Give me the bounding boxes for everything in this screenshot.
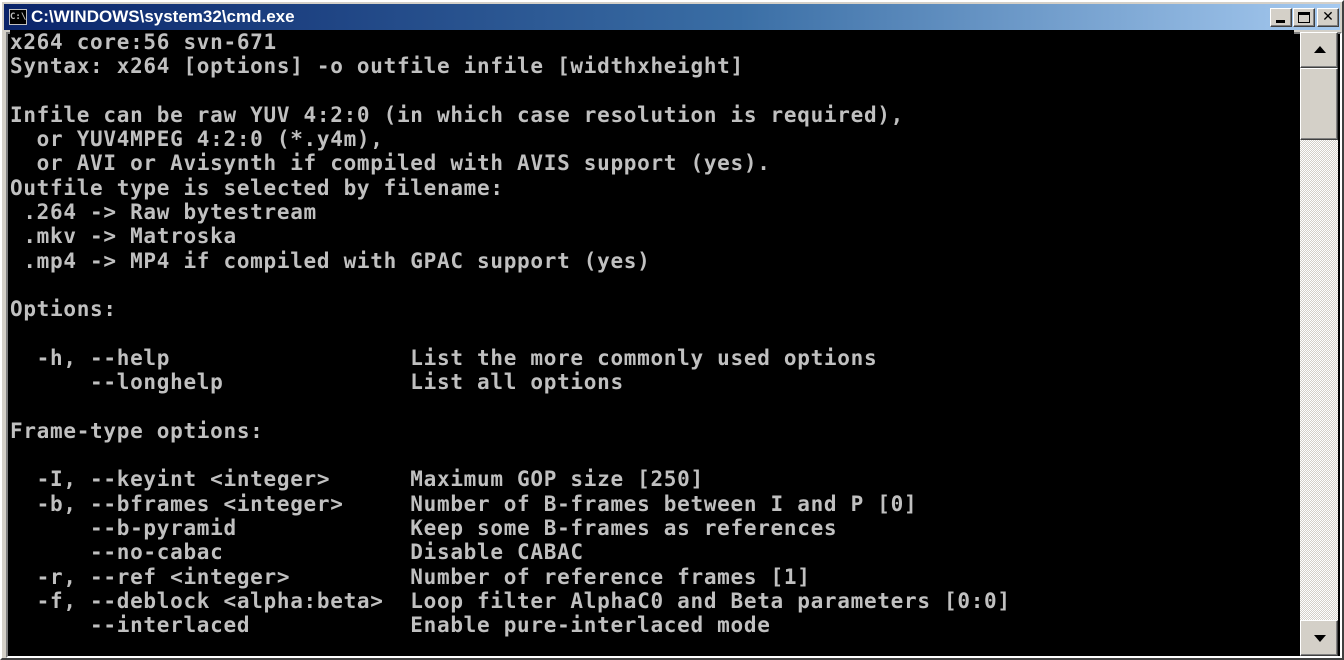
scroll-down-button[interactable] xyxy=(1300,620,1338,656)
console-line: Frame-type options: xyxy=(10,418,264,443)
console-line: .mp4 -> MP4 if compiled with GPAC suppor… xyxy=(10,248,651,273)
arrow-up-icon xyxy=(1314,46,1326,53)
console-line: -r, --ref <integer> Number of reference … xyxy=(10,564,811,589)
scroll-up-button[interactable] xyxy=(1300,32,1338,68)
close-icon: ✕ xyxy=(1322,9,1334,25)
maximize-icon xyxy=(1298,12,1310,23)
minimize-button[interactable] xyxy=(1270,8,1292,27)
minimize-icon xyxy=(1276,20,1285,23)
console-line: Infile can be raw YUV 4:2:0 (in which ca… xyxy=(10,102,904,127)
console-line: --interlaced Enable pure-interlaced mode xyxy=(10,613,771,638)
maximize-button[interactable] xyxy=(1293,8,1315,27)
console-line: Outfile type is selected by filename: xyxy=(10,175,504,200)
window-title: C:\WINDOWS\system32\cmd.exe xyxy=(31,7,295,26)
console-line: --no-cabac Disable CABAC xyxy=(10,540,584,565)
console-line: .264 -> Raw bytestream xyxy=(10,200,317,225)
vertical-scrollbar[interactable] xyxy=(1300,32,1338,656)
console-line: -f, --deblock <alpha:beta> Loop filter A… xyxy=(10,588,1011,613)
close-button[interactable]: ✕ xyxy=(1317,8,1339,27)
console-line: -I, --keyint <integer> Maximum GOP size … xyxy=(10,467,704,492)
console-line: -h, --help List the more commonly used o… xyxy=(10,345,878,370)
arrow-down-icon xyxy=(1314,635,1326,642)
scrollbar-thumb[interactable] xyxy=(1300,68,1338,140)
console-line: Options: xyxy=(10,297,117,322)
console-line: or YUV4MPEG 4:2:0 (*.y4m), xyxy=(10,127,384,152)
console-line: --b-pyramid Keep some B-frames as refere… xyxy=(10,515,838,540)
console-line: or AVI or Avisynth if compiled with AVIS… xyxy=(10,151,771,176)
console-window: C:\ C:\WINDOWS\system32\cmd.exe ✕ x264 c… xyxy=(0,0,1344,660)
console-line: -b, --bframes <integer> Number of B-fram… xyxy=(10,491,918,516)
cmd-app-icon[interactable]: C:\ xyxy=(9,9,27,25)
title-bar[interactable]: C:\ C:\WINDOWS\system32\cmd.exe ✕ xyxy=(4,4,1340,30)
console-line: Syntax: x264 [options] -o outfile infile… xyxy=(10,54,744,79)
console-line: x264 core:56 svn-671 xyxy=(10,30,277,54)
console-line: --longhelp List all options xyxy=(10,370,624,395)
console-output[interactable]: x264 core:56 svn-671 Syntax: x264 [option… xyxy=(10,30,1294,656)
console-line: .mkv -> Matroska xyxy=(10,224,237,249)
